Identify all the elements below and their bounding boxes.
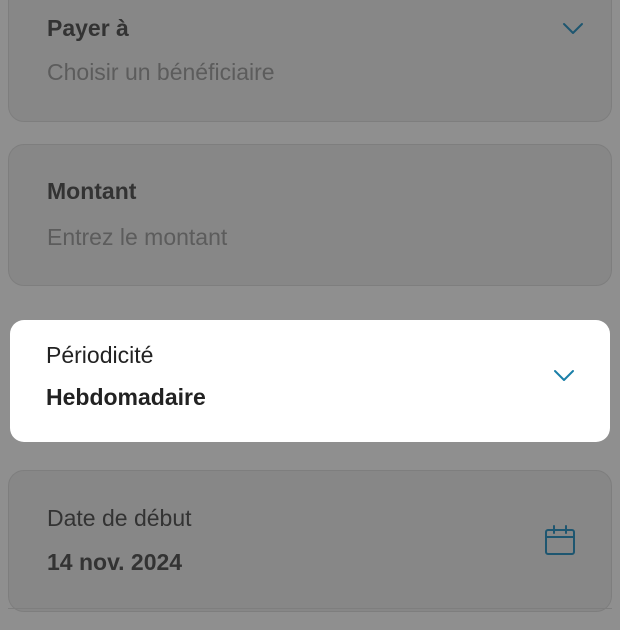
calendar-icon[interactable]	[543, 525, 577, 557]
amount-label: Montant	[47, 178, 137, 204]
amount-field[interactable]: Montant Entrez le montant	[8, 144, 612, 286]
chevron-down-icon	[563, 23, 583, 34]
payee-field[interactable]: Payer à Choisir un bénéficiaire	[8, 0, 612, 122]
payee-label: Payer à	[47, 15, 129, 41]
periodicity-label: Périodicité	[46, 342, 154, 368]
payee-placeholder: Choisir un bénéficiaire	[47, 59, 275, 85]
start-date-label: Date de début	[47, 505, 192, 531]
start-date-value: 14 nov. 2024	[47, 549, 183, 575]
amount-placeholder: Entrez le montant	[47, 224, 228, 250]
start-date-field[interactable]: Date de début 14 nov. 2024	[8, 470, 612, 612]
chevron-down-icon	[554, 370, 574, 381]
periodicity-select[interactable]: Périodicité Hebdomadaire	[10, 320, 610, 442]
divider	[8, 608, 612, 609]
periodicity-value: Hebdomadaire	[46, 384, 206, 410]
